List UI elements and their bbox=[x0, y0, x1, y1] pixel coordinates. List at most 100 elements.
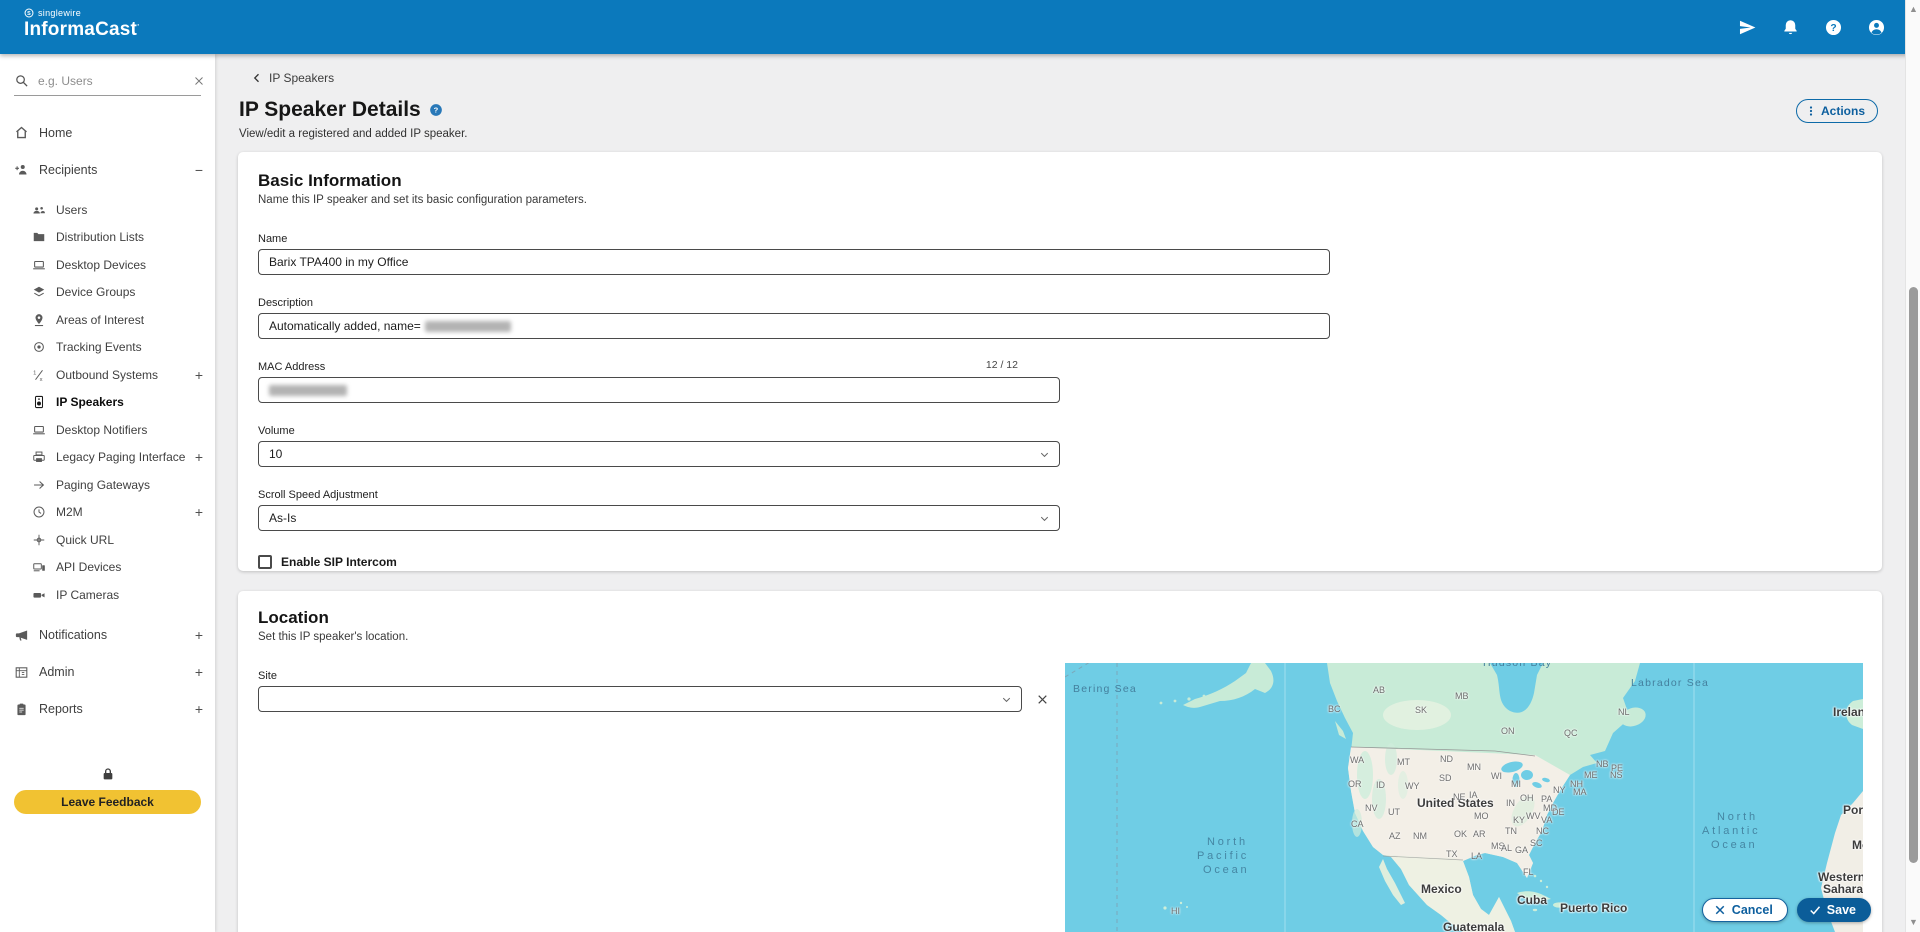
svg-text:?: ? bbox=[433, 106, 438, 115]
map[interactable]: Bering SeaHudson BayLabrador SeaNorthPac… bbox=[1065, 663, 1863, 932]
kebab-menu-icon bbox=[1805, 105, 1817, 117]
help-icon[interactable]: ? bbox=[1824, 18, 1843, 37]
collapse-icon[interactable]: − bbox=[195, 162, 203, 178]
distribution-lists-icon bbox=[32, 230, 46, 244]
sidebar-item-notifications[interactable]: Notifications + bbox=[0, 621, 215, 650]
home-icon bbox=[14, 125, 29, 140]
expand-icon[interactable]: + bbox=[195, 367, 203, 383]
search-clear-icon[interactable] bbox=[193, 74, 205, 86]
volume-label: Volume bbox=[258, 425, 1862, 437]
expand-icon[interactable]: + bbox=[195, 504, 203, 520]
sidebar-item-tracking-events[interactable]: Tracking Events bbox=[0, 334, 215, 362]
sip-intercom-checkbox[interactable] bbox=[258, 555, 272, 569]
account-icon[interactable] bbox=[1867, 18, 1886, 37]
sidebar-item-home[interactable]: Home bbox=[0, 118, 215, 147]
sidebar-item-label: Desktop Devices bbox=[56, 258, 146, 272]
paging-gateways-icon bbox=[32, 478, 46, 492]
sidebar-item-outbound-systems[interactable]: 1x Outbound Systems + bbox=[0, 361, 215, 389]
sidebar-item-label: Notifications bbox=[39, 628, 107, 642]
actions-button[interactable]: Actions bbox=[1796, 99, 1878, 123]
volume-select[interactable]: 10 bbox=[258, 441, 1060, 467]
mac-address-field[interactable] bbox=[258, 377, 1060, 403]
reports-icon bbox=[14, 702, 29, 717]
main-content: IP Speakers IP Speaker Details ? View/ed… bbox=[215, 54, 1905, 932]
lock-icon bbox=[100, 766, 116, 782]
scrollbar: ▲ ▼ bbox=[1905, 0, 1920, 932]
sidebar-item-label: Distribution Lists bbox=[56, 230, 144, 244]
sidebar-item-label: IP Cameras bbox=[56, 588, 119, 602]
send-icon[interactable] bbox=[1738, 18, 1757, 37]
basic-information-subtitle: Name this IP speaker and set its basic c… bbox=[258, 194, 1862, 206]
sidebar-item-users[interactable]: Users bbox=[0, 196, 215, 224]
expand-icon[interactable]: + bbox=[195, 449, 203, 465]
sidebar-item-areas-of-interest[interactable]: Areas of Interest bbox=[0, 306, 215, 334]
breadcrumb[interactable]: IP Speakers bbox=[251, 71, 334, 85]
sidebar-item-label: Paging Gateways bbox=[56, 478, 150, 492]
brand-top-text: singlewire bbox=[38, 8, 81, 18]
expand-icon[interactable]: + bbox=[195, 664, 203, 680]
basic-information-heading: Basic Information bbox=[258, 171, 1862, 191]
sidebar: Home Recipients − Users Distribution Lists De… bbox=[0, 54, 215, 932]
site-select[interactable] bbox=[258, 686, 1022, 712]
description-field[interactable]: Automatically added, name= bbox=[258, 313, 1330, 339]
sidebar-item-label: Recipients bbox=[39, 163, 97, 177]
name-label: Name bbox=[258, 233, 1862, 245]
sidebar-item-label: Legacy Paging Interface bbox=[56, 450, 185, 464]
sidebar-item-paging-gateways[interactable]: Paging Gateways bbox=[0, 471, 215, 499]
leave-feedback-button[interactable]: Leave Feedback bbox=[14, 790, 201, 814]
expand-icon[interactable]: + bbox=[195, 701, 203, 717]
save-button[interactable]: Save bbox=[1797, 898, 1871, 922]
location-card: Location Set this IP speaker's location.… bbox=[238, 591, 1882, 932]
bell-icon[interactable] bbox=[1781, 18, 1800, 37]
sidebar-item-recipients[interactable]: Recipients − bbox=[0, 155, 215, 184]
scrollbar-thumb[interactable] bbox=[1909, 287, 1918, 863]
search-input[interactable] bbox=[29, 74, 201, 88]
title-help-icon[interactable]: ? bbox=[429, 103, 443, 117]
topbar: S singlewire InformaCast· ? bbox=[0, 0, 1920, 54]
sidebar-search bbox=[14, 66, 201, 96]
sidebar-item-quick-url[interactable]: Quick URL bbox=[0, 526, 215, 554]
singlewire-logo-icon: S bbox=[24, 8, 34, 18]
scroll-speed-select[interactable]: As-Is bbox=[258, 505, 1060, 531]
sidebar-item-desktop-notifiers[interactable]: Desktop Notifiers bbox=[0, 416, 215, 444]
sidebar-item-label: Users bbox=[56, 203, 87, 217]
desktop-notifiers-icon bbox=[32, 423, 46, 437]
enable-sip-intercom-row[interactable]: Enable SIP Intercom bbox=[258, 555, 1862, 569]
sidebar-item-label: Home bbox=[39, 126, 72, 140]
sidebar-item-reports[interactable]: Reports+ bbox=[0, 695, 215, 724]
name-field[interactable] bbox=[258, 249, 1330, 275]
scrollbar-down-arrow[interactable]: ▼ bbox=[1906, 915, 1920, 930]
expand-icon[interactable]: + bbox=[195, 627, 203, 643]
mac-address-label: MAC Address bbox=[258, 361, 1862, 373]
brand-main-text: InformaCast bbox=[24, 19, 137, 40]
sidebar-item-label: IP Speakers bbox=[56, 395, 124, 409]
desktop-devices-icon bbox=[32, 258, 46, 272]
cancel-button[interactable]: Cancel bbox=[1702, 898, 1788, 922]
sidebar-item-admin[interactable]: Admin+ bbox=[0, 658, 215, 687]
legacy-paging-interface-icon bbox=[32, 450, 46, 464]
svg-text:x: x bbox=[40, 377, 43, 382]
scrollbar-up-arrow[interactable]: ▲ bbox=[1906, 2, 1920, 17]
sidebar-item-ip-speakers[interactable]: IP Speakers bbox=[0, 389, 215, 417]
notifications-icon bbox=[14, 628, 29, 643]
chevron-down-icon bbox=[1038, 512, 1051, 525]
sidebar-item-api-devices[interactable]: API Devices bbox=[0, 554, 215, 582]
sidebar-item-legacy-paging-interface[interactable]: Legacy Paging Interface + bbox=[0, 444, 215, 472]
back-chevron-icon bbox=[251, 72, 263, 84]
sidebar-item-distribution-lists[interactable]: Distribution Lists bbox=[0, 224, 215, 252]
sidebar-item-desktop-devices[interactable]: Desktop Devices bbox=[0, 251, 215, 279]
redacted-value bbox=[425, 321, 511, 332]
sidebar-item-ip-cameras[interactable]: IP Cameras bbox=[0, 581, 215, 609]
site-clear-icon[interactable] bbox=[1036, 693, 1049, 706]
sidebar-nav: Home Recipients − Users Distribution Lists De… bbox=[0, 96, 215, 724]
char-counter: 12 / 12 bbox=[986, 359, 1018, 371]
tracking-events-icon bbox=[32, 340, 46, 354]
basic-information-card: Basic Information Name this IP speaker a… bbox=[238, 152, 1882, 571]
sidebar-item-device-groups[interactable]: Device Groups bbox=[0, 279, 215, 307]
sidebar-item-label: Outbound Systems bbox=[56, 368, 158, 382]
page-title: IP Speaker Details bbox=[239, 98, 421, 122]
sidebar-item-m2m[interactable]: M2M+ bbox=[0, 499, 215, 527]
areas-of-interest-icon bbox=[32, 313, 46, 327]
scroll-speed-label: Scroll Speed Adjustment bbox=[258, 489, 1862, 501]
svg-text:1: 1 bbox=[33, 370, 36, 376]
